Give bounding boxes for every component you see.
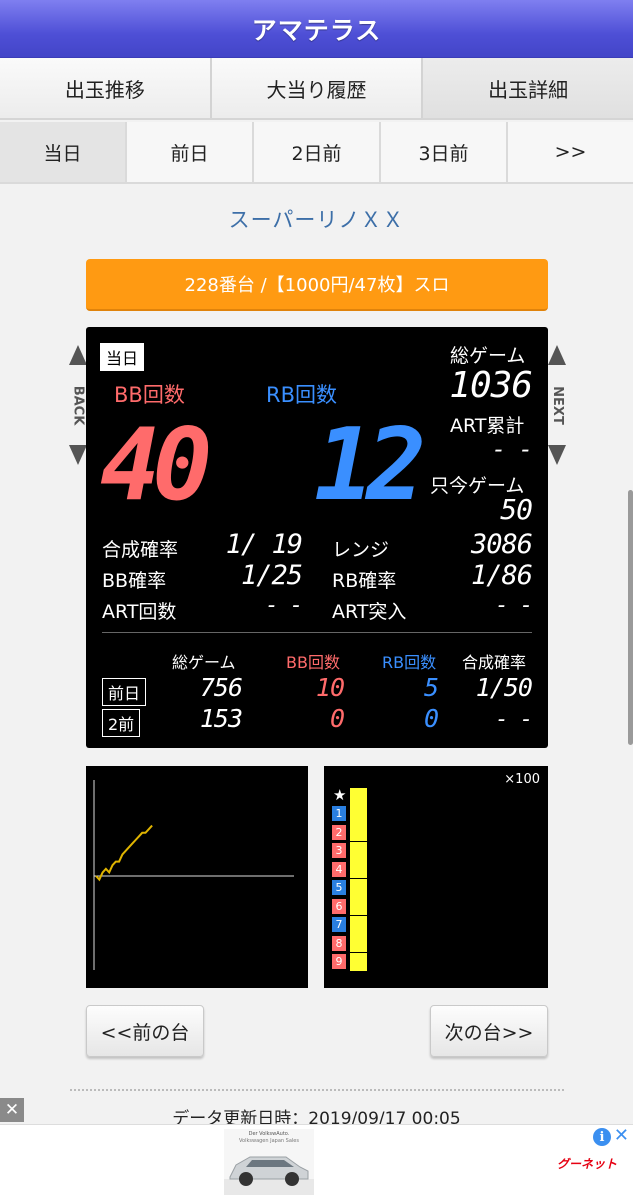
bar-row-bar [350,915,367,934]
bb-count: 40 [100,406,212,523]
app-title: アマテラス [251,15,382,45]
bar-row-bar [350,841,367,860]
bar-row-number: 1 [332,806,346,821]
history-header-rb: RB回数 [382,653,437,672]
range-value: 3086 [470,529,533,560]
art-count-value: - - [265,593,303,618]
combined-rate-value: 1/ 19 [225,529,303,560]
ad-banner[interactable]: Der VolkswAuto. Volkswagen Japan Sales i… [0,1124,633,1200]
bar-row-bar [350,804,367,823]
ad-caption: Der VolkswAuto. [248,1131,290,1137]
art-total-label: ART累計 [450,415,525,437]
rb-rate-label: RB確率 [332,570,397,592]
bar-row-number: 7 [332,917,346,932]
main-tabs: 出玉推移 大当り履歴 出玉詳細 [0,58,633,120]
history-games: 153 [199,704,243,733]
tab-jackpot-history[interactable]: 大当り履歴 [211,58,424,118]
back-label: BACK [70,385,86,425]
day-tab-yesterday[interactable]: 前日 [127,122,254,182]
combined-rate-label: 合成確率 [102,539,179,561]
ad-info-icon[interactable]: i [593,1128,611,1146]
ad-logo: グーネット [556,1157,617,1171]
bar-scale-label: ×100 [504,772,540,787]
day-tab-2-days-ago[interactable]: 2日前 [254,122,381,182]
bar-row-bar [350,934,367,952]
history-rb: 0 [423,704,439,733]
day-tab-more[interactable]: >> [508,122,633,182]
day-tab-3-days-ago[interactable]: 3日前 [381,122,508,182]
jackpot-bar-chart: ×100 ★ 1 2 3 4 5 6 7 8 9 [324,766,548,988]
art-count-label: ART回数 [102,601,177,623]
bar-row-number: 5 [332,880,346,895]
history-header-bb: BB回数 [286,653,340,672]
data-panel: 当日 BB回数 RB回数 40 12 総ゲーム 1036 ART累計 - - 只… [86,327,548,748]
history-rb: 5 [423,673,439,702]
history-bb: 10 [315,673,345,702]
graph-payout-line [95,824,153,882]
payout-graph-svg [93,780,294,970]
bb-label: BB回数 [114,383,185,407]
history-rate: 1/50 [475,673,533,702]
history-header-games: 総ゲーム [172,653,236,672]
bar-row-number: 2 [332,824,346,840]
panel-divider [102,632,532,633]
art-entry-value: - - [495,593,533,618]
bar-row-number: 4 [332,861,346,877]
current-games-value: 50 [500,493,533,526]
art-total-value: - - [491,435,533,463]
bb-rate-value: 1/25 [240,560,303,591]
close-ad-icon[interactable]: ✕ [0,1098,24,1122]
bar-row-number: 3 [332,843,346,858]
machine-name: スーパーリノＸＸ [228,208,405,232]
back-nav[interactable]: BACK [69,345,87,465]
bar-row-bar [350,878,367,897]
bar-row-bar [350,823,367,841]
day-tab-today[interactable]: 当日 [0,122,127,182]
back-up-arrow-icon [69,345,87,365]
back-down-arrow-icon [69,445,87,465]
ad-subcaption: Volkswagen Japan Sales [239,1138,299,1144]
machine-banner: 228番台 /【1000円/47枚】スロ [86,259,548,311]
ad-car-image[interactable]: Der VolkswAuto. Volkswagen Japan Sales [224,1129,314,1195]
bb-rate-label: BB確率 [102,570,167,592]
dotted-divider [70,1089,564,1091]
next-down-arrow-icon [548,445,566,465]
payout-graph [86,766,308,988]
app-header: アマテラス [0,0,633,58]
next-up-arrow-icon [548,345,566,365]
bar-row-number: 6 [332,898,346,914]
prev-machine-button[interactable]: <<前の台 [86,1005,204,1057]
tab-payout-trend[interactable]: 出玉推移 [0,58,212,118]
total-games-value: 1036 [449,365,533,406]
day-selector: 当日 前日 2日前 3日前 >> [0,122,633,184]
history-bb: 0 [329,704,345,733]
next-nav[interactable]: NEXT [548,345,566,465]
bar-row-bar [350,860,367,878]
bar-row-bar [350,952,367,971]
rb-rate-value: 1/86 [470,560,533,591]
history-games: 756 [199,673,243,702]
range-label: レンジ [332,539,390,561]
bar-row-number: 9 [332,954,346,969]
next-machine-button[interactable]: 次の台>> [430,1005,548,1057]
history-row-tag: 前日 [102,678,147,706]
ad-close-icon[interactable]: ✕ [614,1125,629,1146]
history-rate: - - [495,707,533,732]
page-scrollbar[interactable] [628,490,633,745]
bar-row-number: 8 [332,935,346,951]
star-icon: ★ [333,786,347,804]
tab-payout-detail[interactable]: 出玉詳細 [423,58,633,118]
day-tag: 当日 [100,343,145,371]
rb-count: 12 [314,406,426,523]
total-games-label: 総ゲーム [450,345,526,367]
next-label: NEXT [549,385,565,425]
bar-row-bar [350,897,367,915]
rb-label: RB回数 [266,383,337,407]
history-row-tag: 2前 [102,709,141,737]
bar-row-bar [350,788,367,805]
art-entry-label: ART突入 [332,601,407,623]
history-header-rate: 合成確率 [462,653,527,672]
